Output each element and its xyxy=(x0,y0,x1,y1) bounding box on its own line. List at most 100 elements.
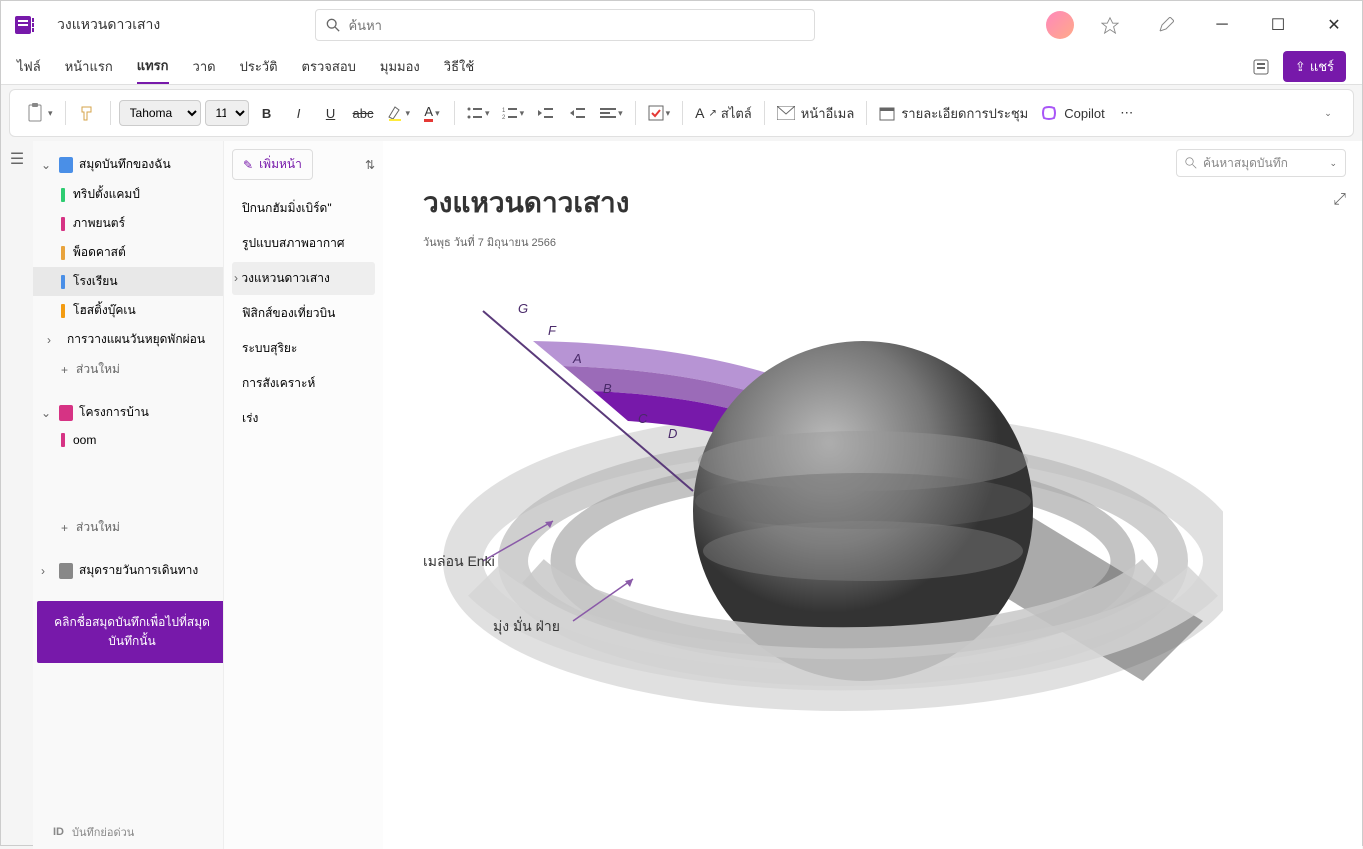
notebook-item[interactable]: ⌄ สมุดบันทึกของฉัน xyxy=(33,149,223,180)
chevron-down-icon: ⌄ xyxy=(41,158,53,172)
tooltip: คลิกชื่อสมุดบันทึกเพื่อไปที่สมุดบันทึกนั… xyxy=(37,601,223,663)
chevron-right-icon: › xyxy=(41,564,53,578)
format-painter-button[interactable] xyxy=(74,97,102,129)
notebook-icon xyxy=(59,405,73,421)
styles-button[interactable]: A↗สไตล์ xyxy=(691,97,756,129)
add-section-button[interactable]: +ส่วนใหม่ xyxy=(33,354,223,385)
page-date: วันพุธ วันที่ 7 มิถุนายน 2566 xyxy=(423,233,1362,251)
notebook-item[interactable]: › สมุดรายวันการเดินทาง xyxy=(33,555,223,586)
font-select[interactable]: Tahoma xyxy=(119,100,201,126)
page-item[interactable]: › วงแหวนดาวเสาง xyxy=(232,262,375,295)
feed-icon[interactable] xyxy=(1247,51,1275,83)
hamburger-icon[interactable]: ☰ xyxy=(1,141,33,177)
svg-text:1: 1 xyxy=(502,108,506,114)
search-input[interactable] xyxy=(348,18,804,33)
page-item[interactable]: ฟิสิกส์ของเที่ยวบิน xyxy=(232,297,375,330)
close-button[interactable]: ✕ xyxy=(1314,9,1354,41)
add-page-button[interactable]: ✎เพิ่มหน้า xyxy=(232,149,313,180)
edit-icon: ✎ xyxy=(243,158,253,172)
tab-view[interactable]: มุมมอง xyxy=(380,50,420,83)
ring-label-b: B xyxy=(603,381,612,396)
tab-draw[interactable]: วาด xyxy=(193,50,216,83)
share-button[interactable]: ⇪แชร์ xyxy=(1283,51,1346,82)
section-color xyxy=(61,188,65,202)
search-notebooks-input[interactable]: ค้นหาสมุดบันทึก ⌄ xyxy=(1176,149,1346,177)
premium-icon[interactable] xyxy=(1090,9,1130,41)
tab-help[interactable]: วิธีใช้ xyxy=(444,50,474,83)
more-button[interactable]: ⋯ xyxy=(1113,97,1141,129)
size-select[interactable]: 11 xyxy=(205,100,249,126)
pen-icon[interactable] xyxy=(1146,9,1186,41)
tab-review[interactable]: ตรวจสอบ xyxy=(302,50,356,83)
annotation-enki: เมล่อน Enki xyxy=(423,551,495,573)
plus-icon: + xyxy=(61,363,68,377)
section-color xyxy=(61,275,65,289)
section-item[interactable]: ทริปตั้งแคมป์ xyxy=(33,180,223,209)
ring-label-a: A xyxy=(573,351,582,366)
user-avatar[interactable] xyxy=(1046,11,1074,39)
footer: ID บันทึกย่อด่วน xyxy=(53,823,134,841)
page-title[interactable]: วงแหวนดาวเสาง xyxy=(423,181,1362,225)
section-item[interactable]: ภาพยนตร์ xyxy=(33,209,223,238)
section-item[interactable]: โฮสติ้งบุ๊คเน xyxy=(33,296,223,325)
strike-button[interactable]: abc xyxy=(349,97,378,129)
italic-button[interactable]: I xyxy=(285,97,313,129)
section-group-item[interactable]: ›การวางแผนวันหยุดพักผ่อน xyxy=(33,325,223,354)
meeting-details-button[interactable]: รายละเอียดการประชุม xyxy=(875,97,1032,129)
tab-history[interactable]: ประวัติ xyxy=(240,50,278,83)
minimize-button[interactable]: ─ xyxy=(1202,9,1242,41)
share-icon: ⇪ xyxy=(1295,59,1306,75)
outdent-button[interactable] xyxy=(532,97,560,129)
expand-icon[interactable]: ⤢ xyxy=(1333,191,1346,209)
svg-text:2: 2 xyxy=(502,115,506,120)
maximize-button[interactable]: ☐ xyxy=(1258,9,1298,41)
bullets-button[interactable]: ▾ xyxy=(463,97,494,129)
notebook-sidebar: ⌄ สมุดบันทึกของฉัน ทริปตั้งแคมป์ ภาพยนตร… xyxy=(33,141,223,849)
section-color xyxy=(61,217,65,231)
email-page-button[interactable]: หน้าอีเมล xyxy=(773,97,859,129)
align-button[interactable]: ▾ xyxy=(596,97,627,129)
page-canvas[interactable]: ค้นหาสมุดบันทึก ⌄ ⤢ วงแหวนดาวเสาง วันพุธ… xyxy=(383,141,1362,849)
tab-home[interactable]: หน้าแรก xyxy=(65,50,113,83)
ring-label-d: D xyxy=(668,426,677,441)
chevron-right-icon: › xyxy=(47,333,59,347)
search-box[interactable] xyxy=(315,9,815,41)
notebook-item[interactable]: ⌄ โครงการบ้าน xyxy=(33,397,223,428)
paste-button[interactable]: ▾ xyxy=(22,97,57,129)
notebook-icon xyxy=(59,563,73,579)
page-item[interactable]: รูปแบบสภาพอากาศ xyxy=(232,227,375,260)
sort-icon[interactable]: ⇅ xyxy=(365,158,375,172)
plus-icon: + xyxy=(61,521,68,535)
section-item[interactable]: พ็อดคาสต์ xyxy=(33,238,223,267)
section-item[interactable]: oom xyxy=(33,428,223,452)
chevron-down-icon: ⌄ xyxy=(1329,158,1337,169)
search-icon xyxy=(326,18,340,32)
ribbon: ▾ Tahoma 11 B I U abc ▾ A▾ ▾ 12▾ ▾ ▾ A↗ส… xyxy=(9,89,1354,137)
ring-label-g: G xyxy=(518,301,528,316)
chevron-down-icon: ⌄ xyxy=(41,406,53,420)
add-section-button[interactable]: +ส่วนใหม่ xyxy=(33,512,223,543)
font-color-button[interactable]: A▾ xyxy=(418,97,446,129)
bold-button[interactable]: B xyxy=(253,97,281,129)
todo-tag-button[interactable]: ▾ xyxy=(644,97,675,129)
section-color xyxy=(61,304,65,318)
section-color xyxy=(61,433,65,447)
section-color xyxy=(61,246,65,260)
notebook-icon xyxy=(59,157,73,173)
numbering-button[interactable]: 12▾ xyxy=(498,97,529,129)
tab-insert[interactable]: แทรก xyxy=(137,49,169,84)
indent-button[interactable] xyxy=(564,97,592,129)
app-icon xyxy=(9,9,41,41)
highlight-button[interactable]: ▾ xyxy=(382,97,415,129)
copilot-button[interactable]: Copilot xyxy=(1036,97,1108,129)
page-item[interactable]: ระบบสุริยะ xyxy=(232,332,375,365)
page-item[interactable]: ปิกนกฮัมมิ่งเบิร์ด" xyxy=(232,192,375,225)
tab-file[interactable]: ไฟล์ xyxy=(17,50,41,83)
underline-button[interactable]: U xyxy=(317,97,345,129)
page-item[interactable]: เร่ง xyxy=(232,402,375,435)
page-image: G F A B C D เมล่อน Enki มุ่ง มั่น ฝ่าย xyxy=(423,281,1223,761)
section-item[interactable]: โรงเรียน xyxy=(33,267,223,296)
ring-label-f: F xyxy=(548,323,556,338)
ribbon-collapse-button[interactable]: ⌄ xyxy=(1313,97,1341,129)
page-item[interactable]: การสังเคราะห์ xyxy=(232,367,375,400)
